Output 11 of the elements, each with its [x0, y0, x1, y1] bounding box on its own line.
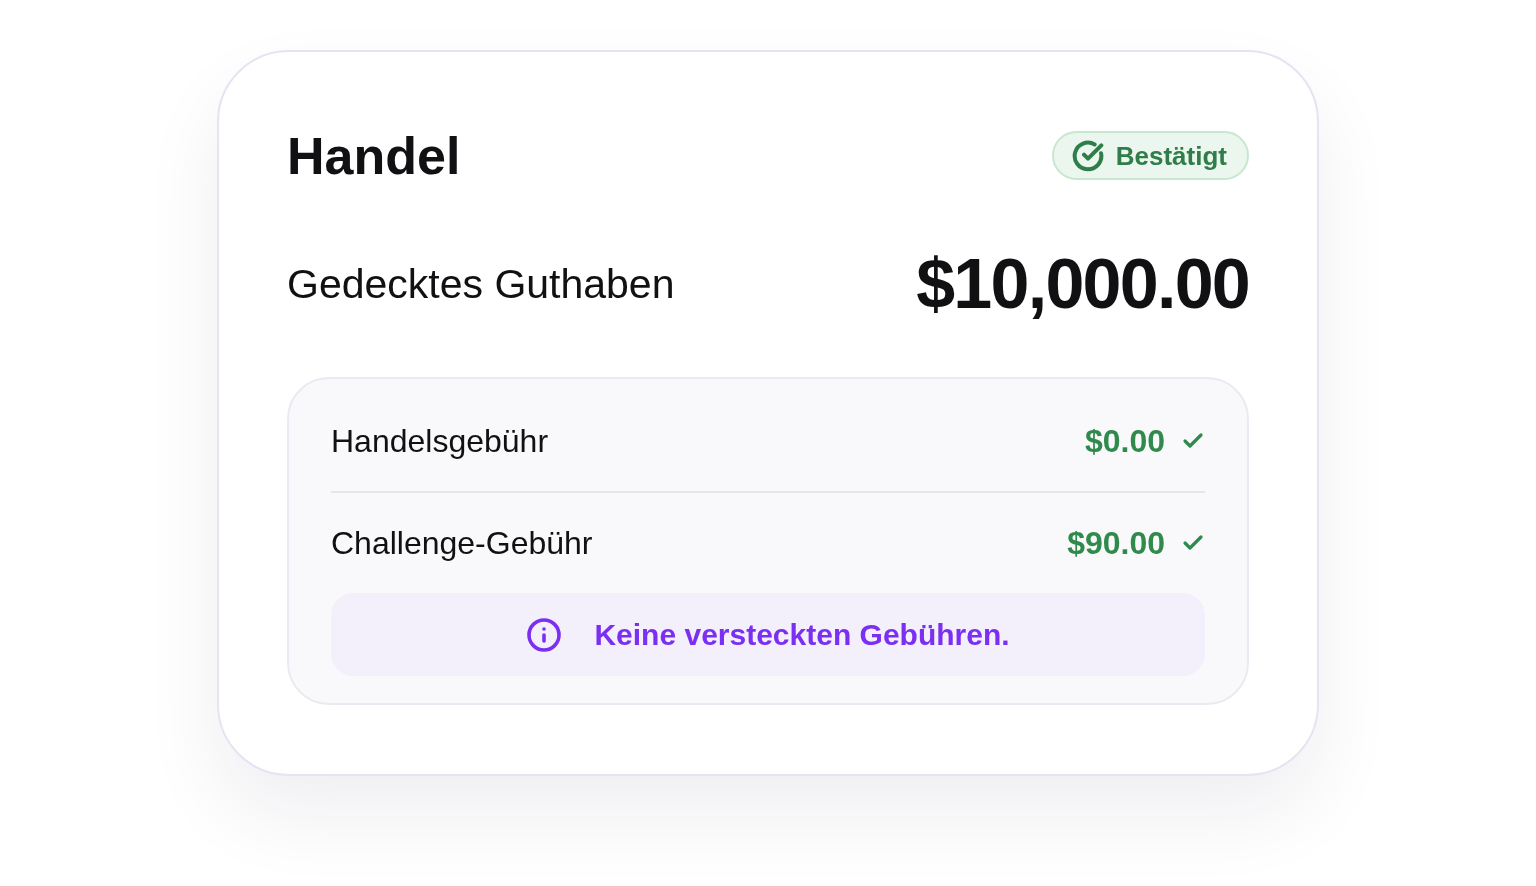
info-icon — [526, 616, 563, 653]
status-label: Bestätigt — [1115, 142, 1227, 169]
fee-label: Handelsgebühr — [331, 424, 549, 457]
fee-label: Challenge-Gebühr — [331, 526, 593, 559]
balance-label: Gedecktes Guthaben — [287, 263, 675, 305]
fee-amount: $90.00 — [1067, 526, 1165, 559]
card-title: Handel — [287, 129, 461, 182]
balance-amount: $10,000.00 — [916, 249, 1249, 319]
fee-amount: $0.00 — [1084, 424, 1165, 457]
notice-text: Keine versteckten Gebühren. — [594, 619, 1010, 650]
circle-check-icon — [1071, 139, 1104, 172]
